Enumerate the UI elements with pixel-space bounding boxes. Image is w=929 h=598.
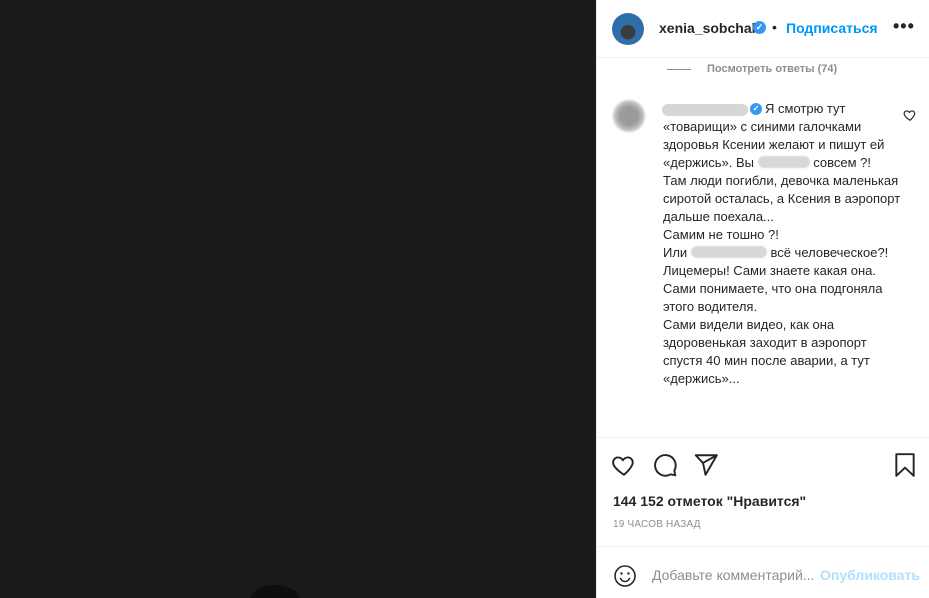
view-replies-label: Посмотреть ответы (74) xyxy=(707,63,838,75)
comment-text: Я смотрю тут «товарищи» с синими галочка… xyxy=(663,100,903,388)
follow-button[interactable]: Подписаться xyxy=(786,20,878,36)
author-username[interactable]: xenia_sobchak xyxy=(659,20,759,36)
comment-line: совсем ?! xyxy=(813,155,871,170)
comment-first-line: Я смотрю тут xyxy=(765,101,846,116)
comment-paragraph: Сами понимаете, что она подгоняла этого … xyxy=(663,281,883,314)
bookmark-icon[interactable] xyxy=(892,452,918,478)
view-replies-button[interactable]: Посмотреть ответы (74) xyxy=(667,63,837,75)
comment-line: Или xyxy=(663,245,688,260)
post-media[interactable] xyxy=(0,0,596,598)
comments-list[interactable]: Посмотреть ответы (74) ✓ Я смотрю тут «т… xyxy=(597,59,929,437)
blurred-word xyxy=(690,246,767,258)
comment-paragraph: Лицемеры! Сами знаете какая она. xyxy=(663,263,876,278)
post-side-panel: xenia_sobchak ✓ • Подписаться ••• Посмот… xyxy=(596,0,929,598)
post-actions-bar xyxy=(597,437,929,491)
comment-paragraph: Самим не тошно ?! xyxy=(663,227,779,242)
comment-paragraph: Сами видели видео, как она здоровенькая … xyxy=(663,317,870,386)
comment-icon[interactable] xyxy=(652,452,678,478)
post-header: xenia_sobchak ✓ • Подписаться ••• xyxy=(597,0,929,58)
more-options-icon[interactable]: ••• xyxy=(893,16,915,37)
author-avatar[interactable] xyxy=(612,13,644,45)
paper-plane-icon[interactable] xyxy=(693,452,719,478)
add-comment-bar: Опубликовать xyxy=(597,546,929,598)
replies-divider xyxy=(667,68,691,70)
heart-icon[interactable] xyxy=(611,452,637,478)
smiley-icon[interactable] xyxy=(613,564,637,588)
commenter-avatar[interactable] xyxy=(613,100,645,132)
comment-paragraph: «товарищи» с синими галочками здоровья К… xyxy=(663,118,903,172)
blurred-word xyxy=(757,156,810,168)
separator-dot: • xyxy=(772,19,777,35)
post-timestamp[interactable]: 19 ЧАСОВ НАЗАД xyxy=(613,519,701,530)
comment-line: всё человеческое?! xyxy=(770,245,889,260)
likes-count[interactable]: 144 152 отметок "Нравится" xyxy=(613,493,806,509)
media-shadow xyxy=(250,585,300,598)
verified-badge-icon: ✓ xyxy=(753,21,766,34)
comment-paragraph: Или всё человеческое?! xyxy=(663,244,903,262)
comment-paragraph: Там люди погибли, девочка маленькая сиро… xyxy=(663,173,901,224)
publish-button[interactable]: Опубликовать xyxy=(820,567,920,583)
comment-heart-icon[interactable] xyxy=(903,108,917,122)
comment-input[interactable] xyxy=(652,563,817,587)
